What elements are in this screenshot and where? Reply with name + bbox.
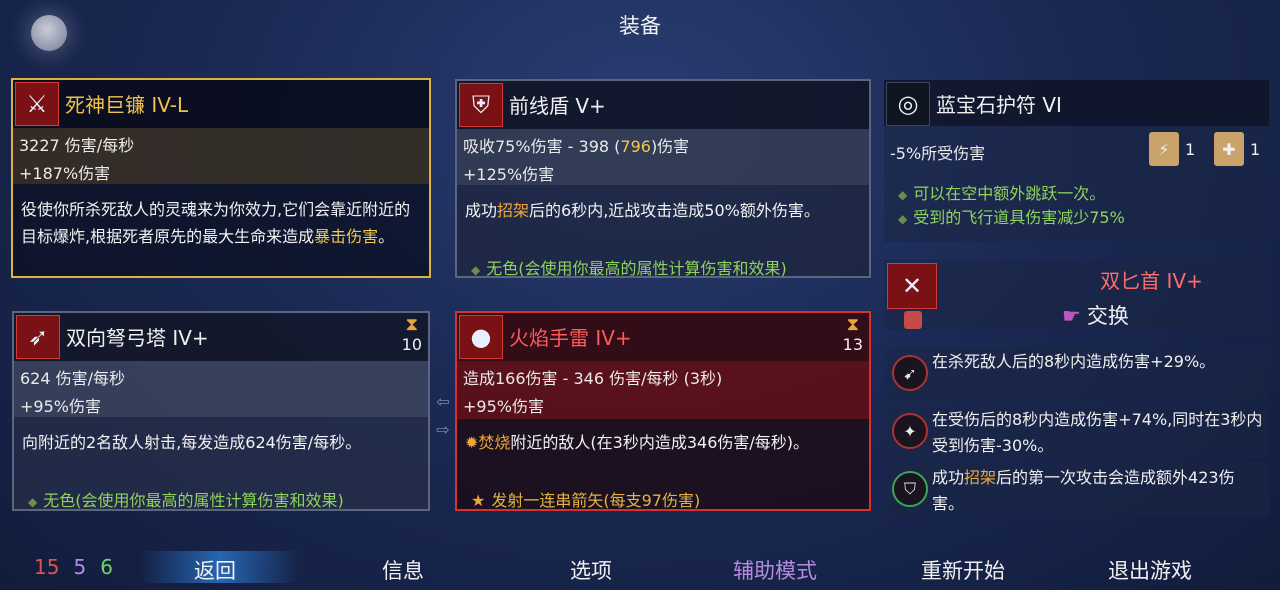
item-description: ✹焚烧附近的敌人(在3秒内造成346伤害/每秒)。	[465, 433, 810, 452]
card-header: ⛨ 前线盾 V+	[457, 81, 869, 129]
damage-reduction: -5%所受伤害	[890, 144, 986, 163]
rune-slot: ⚡ 1	[1149, 132, 1195, 166]
dps-stat: 3227 伤害/每秒	[19, 136, 135, 155]
item-name: 蓝宝石护符 VI	[936, 93, 1062, 117]
card-header: ◎ 蓝宝石护符 VI	[884, 80, 1269, 126]
brutality-stat: 15	[34, 555, 60, 579]
tactics-stat: 5	[73, 555, 87, 579]
card-header: ⚔ 死神巨镰 IV-L	[13, 80, 429, 128]
swap-button[interactable]: ☛ 交换	[1062, 300, 1129, 330]
shield-card[interactable]: ⛨ 前线盾 V+ 吸收75%伤害 - 398 (796)伤害 +125%伤害 成…	[455, 79, 871, 278]
card-header: ➶ 双向弩弓塔 IV+ ⧗ 10	[14, 313, 428, 361]
skill-card-left[interactable]: ➶ 双向弩弓塔 IV+ ⧗ 10 624 伤害/每秒 +95%伤害 向附近的2名敌…	[12, 311, 430, 511]
rune-slot: ✚ 1	[1214, 132, 1260, 166]
twin-daggers-icon: ✕	[887, 263, 937, 309]
hand-icon: ☛	[1062, 304, 1081, 328]
quit-game-button[interactable]: 退出游戏	[1108, 555, 1192, 585]
hourglass-icon: ⧗	[846, 314, 860, 335]
item-description: 成功招架后的6秒内,近战攻击造成50%额外伤害。	[465, 201, 820, 220]
scaling-note: ◆ 无色(会使用你最高的属性计算伤害和效果)	[28, 491, 344, 510]
item-name: 火焰手雷 IV+	[509, 326, 632, 350]
scroll-stats: 15 5 6	[34, 555, 127, 579]
scythe-icon: ⚔	[15, 82, 59, 126]
mutation-note: ★ 发射一连串箭矢(每支97伤害)	[471, 491, 701, 510]
bottom-menu-bar: 15 5 6 返回 信息 选项 辅助模式 重新开始 退出游戏	[0, 545, 1280, 590]
weapon-card-primary[interactable]: ⚔ 死神巨镰 IV-L 3227 伤害/每秒 +187%伤害 役使你所杀死敌人的…	[11, 78, 431, 278]
item-name: 双向弩弓塔 IV+	[66, 326, 209, 350]
survival-stat: 6	[100, 555, 113, 579]
dps-stat: 624 伤害/每秒	[20, 369, 126, 388]
assist-mode-button[interactable]: 辅助模式	[733, 555, 817, 585]
back-button[interactable]: 返回	[194, 555, 236, 585]
burn-icon: ✹	[465, 433, 479, 452]
swap-weapon-name: 双匕首 IV+	[1100, 269, 1203, 293]
skill-card-right[interactable]: ● 火焰手雷 IV+ ⧗ 13 造成166伤害 - 346 伤害/每秒 (3秒) …	[455, 311, 871, 511]
block-stat: 吸收75%伤害 - 398 (796)伤害	[463, 137, 690, 156]
item-name: 前线盾 V+	[509, 94, 606, 118]
swap-arrows-icon: ⇦ ⇨	[436, 392, 450, 439]
card-header: ● 火焰手雷 IV+ ⧗ 13	[457, 313, 869, 361]
damage-bonus: +125%伤害	[463, 165, 555, 184]
hourglass-icon: ⧗	[405, 314, 419, 335]
perk-item: ⛉ 成功招架后的第一次攻击会造成额外423伤害。	[886, 463, 1269, 517]
heal-scroll-icon: ✚	[1214, 132, 1244, 166]
amulet-icon: ◎	[886, 82, 930, 126]
player-head-icon	[904, 311, 922, 329]
damage-bonus: +95%伤害	[20, 397, 101, 416]
crossbow-turret-icon: ➶	[16, 315, 60, 359]
perk-item: ✦ 在受伤后的8秒内造成伤害+74%,同时在3秒内受到伤害-30%。	[886, 405, 1269, 459]
lightning-scroll-icon: ⚡	[1149, 132, 1179, 166]
dps-stat: 造成166伤害 - 346 伤害/每秒 (3秒)	[463, 369, 723, 388]
page-title: 装备	[619, 14, 661, 38]
amulet-perk: ◆ 可以在空中额外跳跃一次。	[898, 184, 1106, 203]
amulet-card[interactable]: ◎ 蓝宝石护符 VI -5%所受伤害 ⚡ 1 ✚ 1 ◆ 可以在空中额外跳跃一次。 ◆…	[884, 80, 1269, 242]
swap-weapon-panel[interactable]: ✕ 双匕首 IV+ ☛ 交换	[884, 260, 1269, 330]
swap-perks-list: ➹ 在杀死敌人后的8秒内造成伤害+29%。 ✦ 在受伤后的8秒内造成伤害+74%…	[886, 347, 1269, 517]
damage-bonus: +95%伤害	[463, 397, 544, 416]
bow-perk-icon: ➹	[892, 355, 928, 391]
scaling-note: ◆ 无色(会使用你最高的属性计算伤害和效果)	[471, 259, 787, 278]
amulet-perk: ◆ 受到的飞行道具伤害减少75%	[898, 208, 1125, 227]
blood-perk-icon: ✦	[892, 413, 928, 449]
perk-item: ➹ 在杀死敌人后的8秒内造成伤害+29%。	[886, 347, 1269, 401]
cooldown-timer: ⧗ 13	[842, 314, 863, 355]
parry-perk-icon: ⛉	[892, 471, 928, 507]
fire-grenade-icon: ●	[459, 315, 503, 359]
options-button[interactable]: 选项	[570, 555, 612, 585]
shield-icon: ⛨	[459, 83, 503, 127]
restart-button[interactable]: 重新开始	[921, 555, 1005, 585]
info-button[interactable]: 信息	[382, 555, 424, 585]
star-icon: ★	[471, 491, 486, 510]
cooldown-timer: ⧗ 10	[401, 314, 422, 355]
damage-bonus: +187%伤害	[19, 164, 111, 183]
item-description: 向附近的2名敌人射击,每发造成624伤害/每秒。	[22, 433, 362, 452]
item-name: 死神巨镰 IV-L	[65, 93, 189, 117]
item-description: 役使你所杀死敌人的灵魂来为你效力,它们会靠近附近的目标爆炸,根据死者原先的最大生…	[21, 200, 411, 246]
